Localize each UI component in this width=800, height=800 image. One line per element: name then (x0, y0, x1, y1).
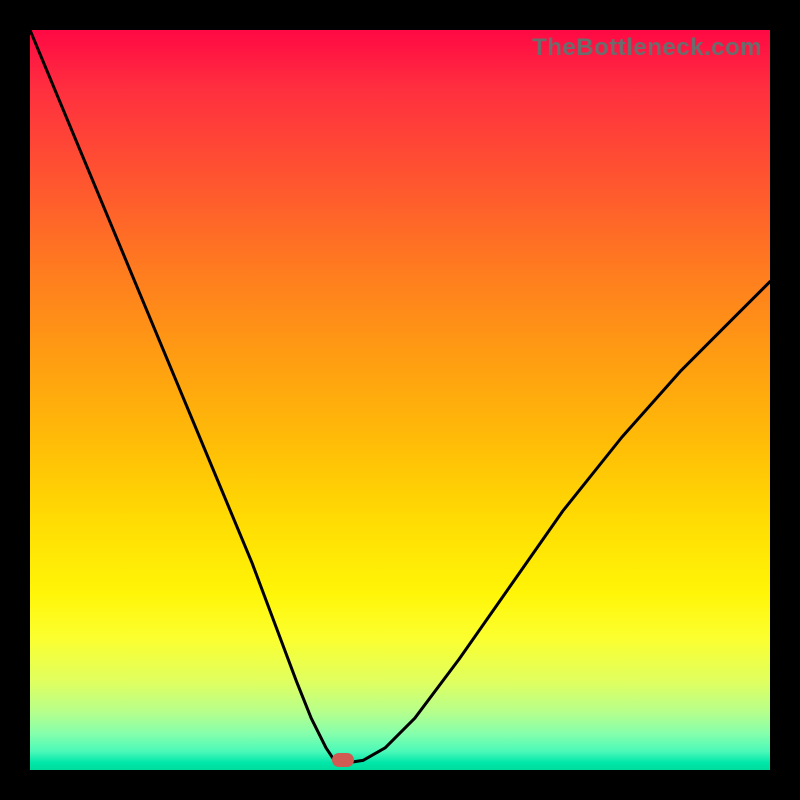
optimal-point-marker (332, 753, 354, 767)
plot-area: TheBottleneck.com (30, 30, 770, 770)
chart-frame: TheBottleneck.com (0, 0, 800, 800)
curve-path (30, 30, 770, 763)
bottleneck-curve (30, 30, 770, 770)
